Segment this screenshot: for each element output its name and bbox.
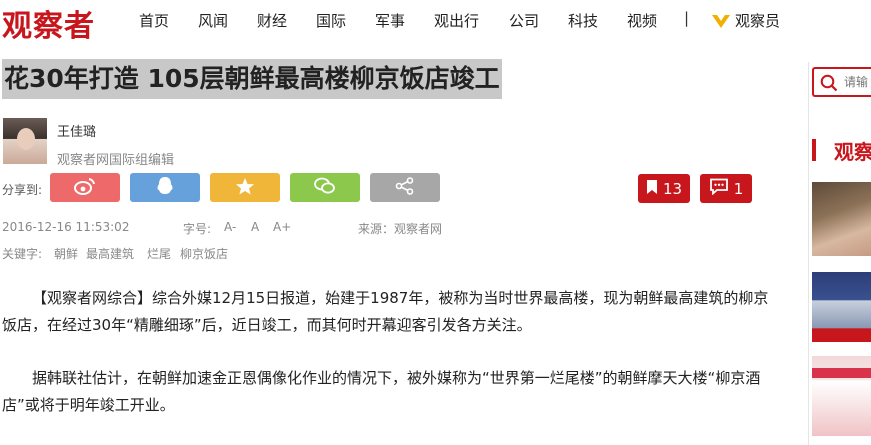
section-title-marker	[812, 139, 816, 161]
member-link[interactable]: 观察员	[711, 10, 780, 33]
article-datetime: 2016-12-16 11:53:02	[2, 220, 130, 234]
fontsize-normal[interactable]: A	[251, 220, 259, 234]
nav-item-fengwen[interactable]: 风闻	[198, 10, 228, 31]
member-label: 观察员	[735, 12, 781, 30]
wechat-icon	[314, 177, 336, 199]
fontsize-label: 字号:	[183, 222, 212, 236]
fontsize-smaller[interactable]: A-	[224, 220, 236, 234]
share-weibo-button[interactable]	[50, 173, 120, 202]
keyword-link[interactable]: 柳京饭店	[180, 245, 228, 262]
sidebar-divider	[808, 62, 809, 445]
bookmark-icon	[646, 179, 663, 199]
keywords-label: 关键字:	[2, 247, 43, 261]
sidebar-news-thumbnail[interactable]	[812, 272, 871, 342]
share-more-icon	[395, 176, 415, 199]
search-input[interactable]	[844, 72, 871, 92]
nav-item-home[interactable]: 首页	[139, 10, 169, 31]
keyword-link[interactable]: 朝鲜	[54, 245, 78, 262]
sidebar-news-thumbnail[interactable]	[812, 182, 871, 256]
article-title: 花30年打造 105层朝鲜最高楼柳京饭店竣工	[2, 59, 502, 99]
article-source: 来源：观察者网	[358, 222, 443, 236]
nav-item-video[interactable]: 视频	[627, 10, 657, 31]
author-avatar[interactable]	[3, 118, 47, 164]
author-name[interactable]: 王佳璐	[57, 121, 96, 140]
nav-item-tech[interactable]: 科技	[568, 10, 598, 31]
bookmark-button[interactable]: 13	[638, 174, 690, 203]
nav-item-travel[interactable]: 观出行	[434, 10, 479, 31]
share-wechat-button[interactable]	[290, 173, 360, 202]
keyword-link[interactable]: 烂尾	[147, 245, 171, 262]
comment-icon	[709, 178, 734, 199]
v-member-icon	[711, 13, 731, 33]
weibo-icon	[74, 177, 96, 199]
nav-item-company[interactable]: 公司	[509, 10, 539, 31]
sidebar-section-title: 观察	[834, 140, 871, 164]
bookmark-count: 13	[662, 179, 683, 198]
site-logo[interactable]: 观察者	[2, 1, 95, 45]
share-more-button[interactable]	[370, 173, 440, 202]
qq-icon	[156, 176, 174, 200]
nav-item-military[interactable]: 军事	[375, 10, 405, 31]
keyword-link[interactable]: 最高建筑	[86, 245, 134, 262]
nav-item-international[interactable]: 国际	[316, 10, 346, 31]
nav-item-finance[interactable]: 财经	[257, 10, 287, 31]
comment-count: 1	[733, 179, 744, 198]
sidebar-news-thumbnail[interactable]	[812, 356, 871, 436]
share-qzone-button[interactable]	[210, 173, 280, 202]
article-paragraph: 【观察者网综合】综合外媒12月15日报道，始建于1987年，被称为当时世界最高楼…	[2, 289, 769, 334]
search-icon[interactable]	[820, 74, 838, 96]
top-header: 观察者 首页 风闻 财经 国际 军事 观出行 公司 科技 视频 | 观察员	[0, 0, 871, 45]
comment-button[interactable]: 1	[700, 174, 752, 203]
article-paragraph: 据韩联社估计，在朝鲜加速金正恩偶像化作业的情况下，被外媒称为“世界第一烂尾楼”的…	[2, 369, 761, 414]
search-box[interactable]	[812, 67, 871, 97]
share-qq-button[interactable]	[130, 173, 200, 202]
author-role: 观察者网国际组编辑	[57, 153, 175, 168]
share-label: 分享到:	[2, 183, 43, 197]
qzone-icon	[235, 177, 255, 199]
nav-separator: |	[684, 9, 690, 27]
fontsize-larger[interactable]: A+	[273, 220, 291, 234]
thumbnail-banner	[812, 368, 871, 378]
